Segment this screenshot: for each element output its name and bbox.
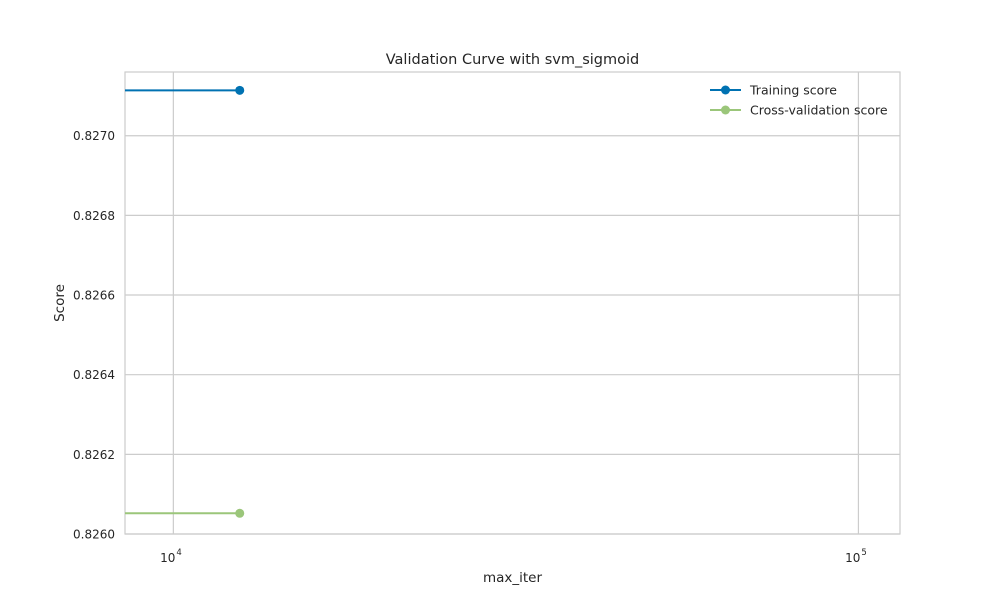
y-tick-label: 0.8266 [73, 289, 115, 303]
x-tick-exponent: 4 [176, 548, 181, 558]
y-tick-label: 0.8268 [73, 209, 115, 223]
y-tick-label: 0.8260 [73, 528, 115, 542]
x-tick-base: 10 [845, 551, 860, 565]
y-tick-label: 0.8264 [73, 368, 115, 382]
data-point [235, 85, 245, 95]
y-axis-label: Score [52, 284, 68, 322]
legend-marker [721, 105, 730, 115]
plot-area-background [125, 72, 900, 534]
x-tick-exponent: 5 [861, 548, 866, 558]
data-point [235, 508, 245, 518]
x-tick-label: 10 5 [845, 548, 867, 565]
legend-label: Cross-validation score [750, 103, 888, 118]
x-axis-label: max_iter [483, 570, 543, 586]
y-tick-label: 0.8262 [73, 448, 115, 462]
x-tick-base: 10 [160, 551, 175, 565]
legend-label: Training score [749, 83, 837, 98]
chart-canvas: 0.82600.82620.82640.82660.82680.8270 10 4… [52, 52, 901, 586]
legend-marker [721, 85, 730, 95]
x-tick-label: 10 4 [160, 548, 182, 565]
chart-title: Validation Curve with svm_sigmoid [386, 52, 640, 68]
y-tick-label: 0.8270 [73, 129, 115, 143]
x-axis-ticks: 10 4 10 5 [160, 548, 867, 565]
y-axis-ticks: 0.8260 0.8262 0.8264 0.8266 0.8268 0.8270 [73, 129, 115, 541]
validation-curve-chart: 0.8260 0.8262 0.8264 0.8266 0.8268 0.8270 10 4… [0, 0, 1000, 600]
